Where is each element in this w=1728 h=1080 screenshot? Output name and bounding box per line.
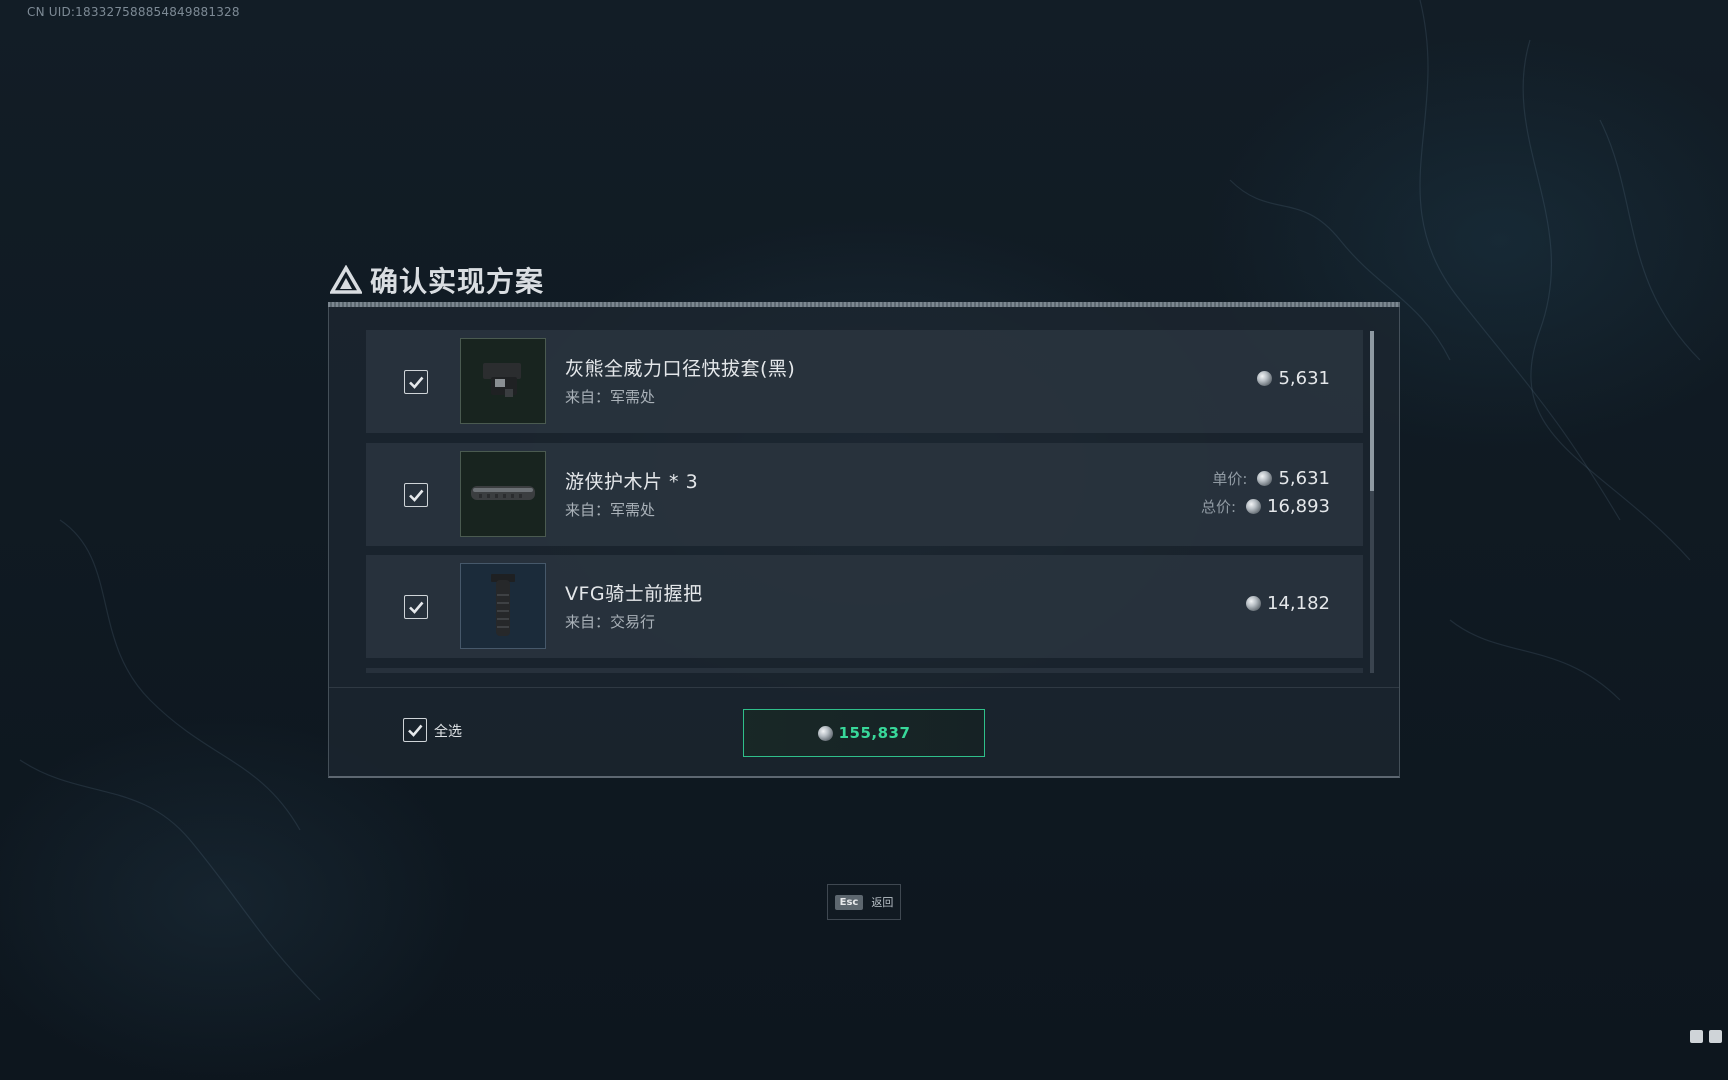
- item-source: 来自：军需处: [565, 501, 656, 519]
- price-value: 14,182: [1267, 593, 1330, 614]
- vertical-grip-image: [491, 574, 515, 636]
- coin-icon: [817, 725, 833, 741]
- total-price-value: 16,893: [1267, 496, 1330, 517]
- coin-icon: [1246, 499, 1262, 514]
- confirm-purchase-button[interactable]: 155,837: [743, 709, 985, 757]
- item-source: 来自：交易行: [565, 613, 656, 631]
- unit-price-value: 5,631: [1278, 468, 1330, 489]
- total-price: 总价: 16,893: [1201, 496, 1330, 517]
- item-list: 灰熊全威力口径快拔套(黑) 来自：军需处 5,631 游侠护木片 * 3 来自：…: [366, 330, 1363, 673]
- list-item: VFG骑士前握把 来自：交易行 14,182: [366, 555, 1363, 658]
- unit-price: 单价: 5,631: [1212, 468, 1330, 489]
- price-value: 5,631: [1278, 368, 1330, 389]
- scrollbar-thumb[interactable]: [1370, 331, 1374, 491]
- item-checkbox[interactable]: [404, 483, 428, 507]
- item-thumbnail: [460, 451, 546, 537]
- item-thumbnail: [460, 338, 546, 424]
- dialog-title: 确认实现方案: [370, 265, 545, 298]
- coin-icon: [1257, 471, 1273, 486]
- back-button[interactable]: Esc 返回: [827, 884, 901, 920]
- unit-price-label: 单价:: [1212, 470, 1248, 488]
- checkmark-icon: [408, 724, 423, 737]
- item-name: 游侠护木片 * 3: [565, 471, 699, 493]
- list-item: 灰熊全威力口径快拔套(黑) 来自：军需处 5,631: [366, 330, 1363, 433]
- item-price: 5,631: [1257, 368, 1330, 389]
- checkmark-icon: [409, 376, 424, 389]
- item-name: VFG骑士前握把: [565, 583, 703, 605]
- esc-key-icon: Esc: [834, 894, 864, 910]
- item-checkbox[interactable]: [404, 370, 428, 394]
- list-item: 游侠护木片 * 3 来自：军需处 单价: 5,631 总价: 16,893: [366, 443, 1363, 546]
- coin-icon: [1246, 596, 1262, 611]
- back-label: 返回: [871, 896, 894, 909]
- total-cost: 155,837: [838, 724, 911, 742]
- system-tray: [1690, 1030, 1722, 1043]
- user-id-label: CN UID:1833275888548498​81328: [27, 5, 240, 19]
- total-price-label: 总价:: [1200, 498, 1237, 516]
- checkmark-icon: [409, 489, 424, 502]
- handguard-panel-image: [471, 486, 535, 500]
- item-name: 灰熊全威力口径快拔套(黑): [565, 358, 796, 380]
- select-all-label: 全选: [434, 724, 462, 740]
- warning-triangle-icon: [330, 265, 362, 294]
- item-thumbnail: [460, 563, 546, 649]
- item-checkbox[interactable]: [404, 595, 428, 619]
- checkmark-icon: [409, 601, 424, 614]
- dialog-header: 确认实现方案: [330, 262, 544, 298]
- muzzle-device-image: [483, 363, 521, 397]
- select-all-checkbox[interactable]: [403, 718, 427, 742]
- microphone-icon[interactable]: [1690, 1030, 1703, 1043]
- footer-divider: [329, 687, 1399, 688]
- item-price: 14,182: [1246, 593, 1330, 614]
- headset-icon[interactable]: [1709, 1030, 1722, 1043]
- item-source: 来自：军需处: [565, 388, 656, 406]
- list-item: [366, 668, 1363, 673]
- coin-icon: [1257, 371, 1273, 386]
